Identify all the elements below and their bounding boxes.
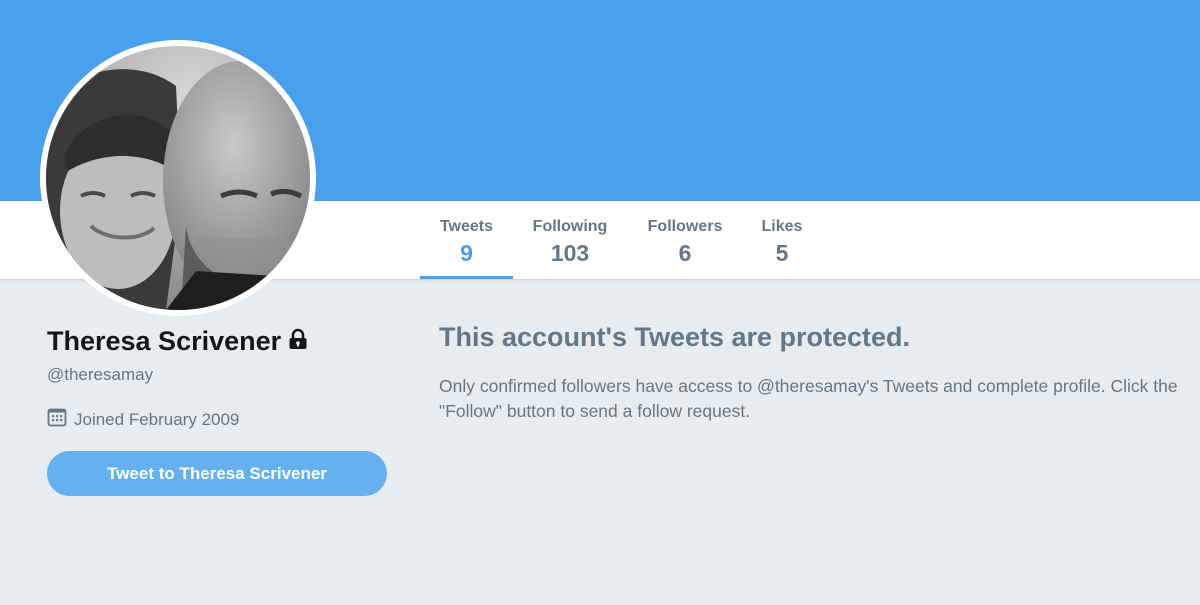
profile-name: Theresa Scrivener (47, 326, 309, 357)
calendar-icon (47, 407, 67, 432)
stat-likes-value: 5 (775, 240, 789, 266)
tweet-to-button[interactable]: Tweet to Theresa Scrivener (47, 451, 387, 496)
lock-icon (287, 326, 309, 357)
stat-followers-label: Followers (647, 218, 723, 235)
avatar-photo (46, 46, 310, 310)
stat-tweets-label: Tweets (439, 218, 494, 235)
protected-title: This account's Tweets are protected. (439, 322, 911, 352)
profile-handle[interactable]: @theresamay (47, 365, 153, 385)
stat-followers[interactable]: Followers 6 (640, 201, 730, 279)
join-date: Joined February 2009 (47, 407, 239, 432)
avatar[interactable] (40, 40, 316, 316)
stat-tweets-value: 9 (460, 240, 473, 266)
stat-tweets[interactable]: Tweets 9 (420, 201, 513, 279)
stat-likes-label: Likes (761, 218, 803, 235)
join-date-text: Joined February 2009 (74, 409, 240, 429)
stat-followers-value: 6 (678, 240, 692, 266)
protected-message: Only confirmed followers have access to … (439, 376, 1178, 421)
active-tab-indicator (420, 276, 513, 279)
stat-likes[interactable]: Likes 5 (752, 201, 812, 279)
stat-following-value: 103 (550, 240, 590, 266)
stat-following-label: Following (532, 218, 608, 235)
profile-name-text: Theresa Scrivener (47, 326, 282, 356)
stat-following[interactable]: Following 103 (524, 201, 616, 279)
